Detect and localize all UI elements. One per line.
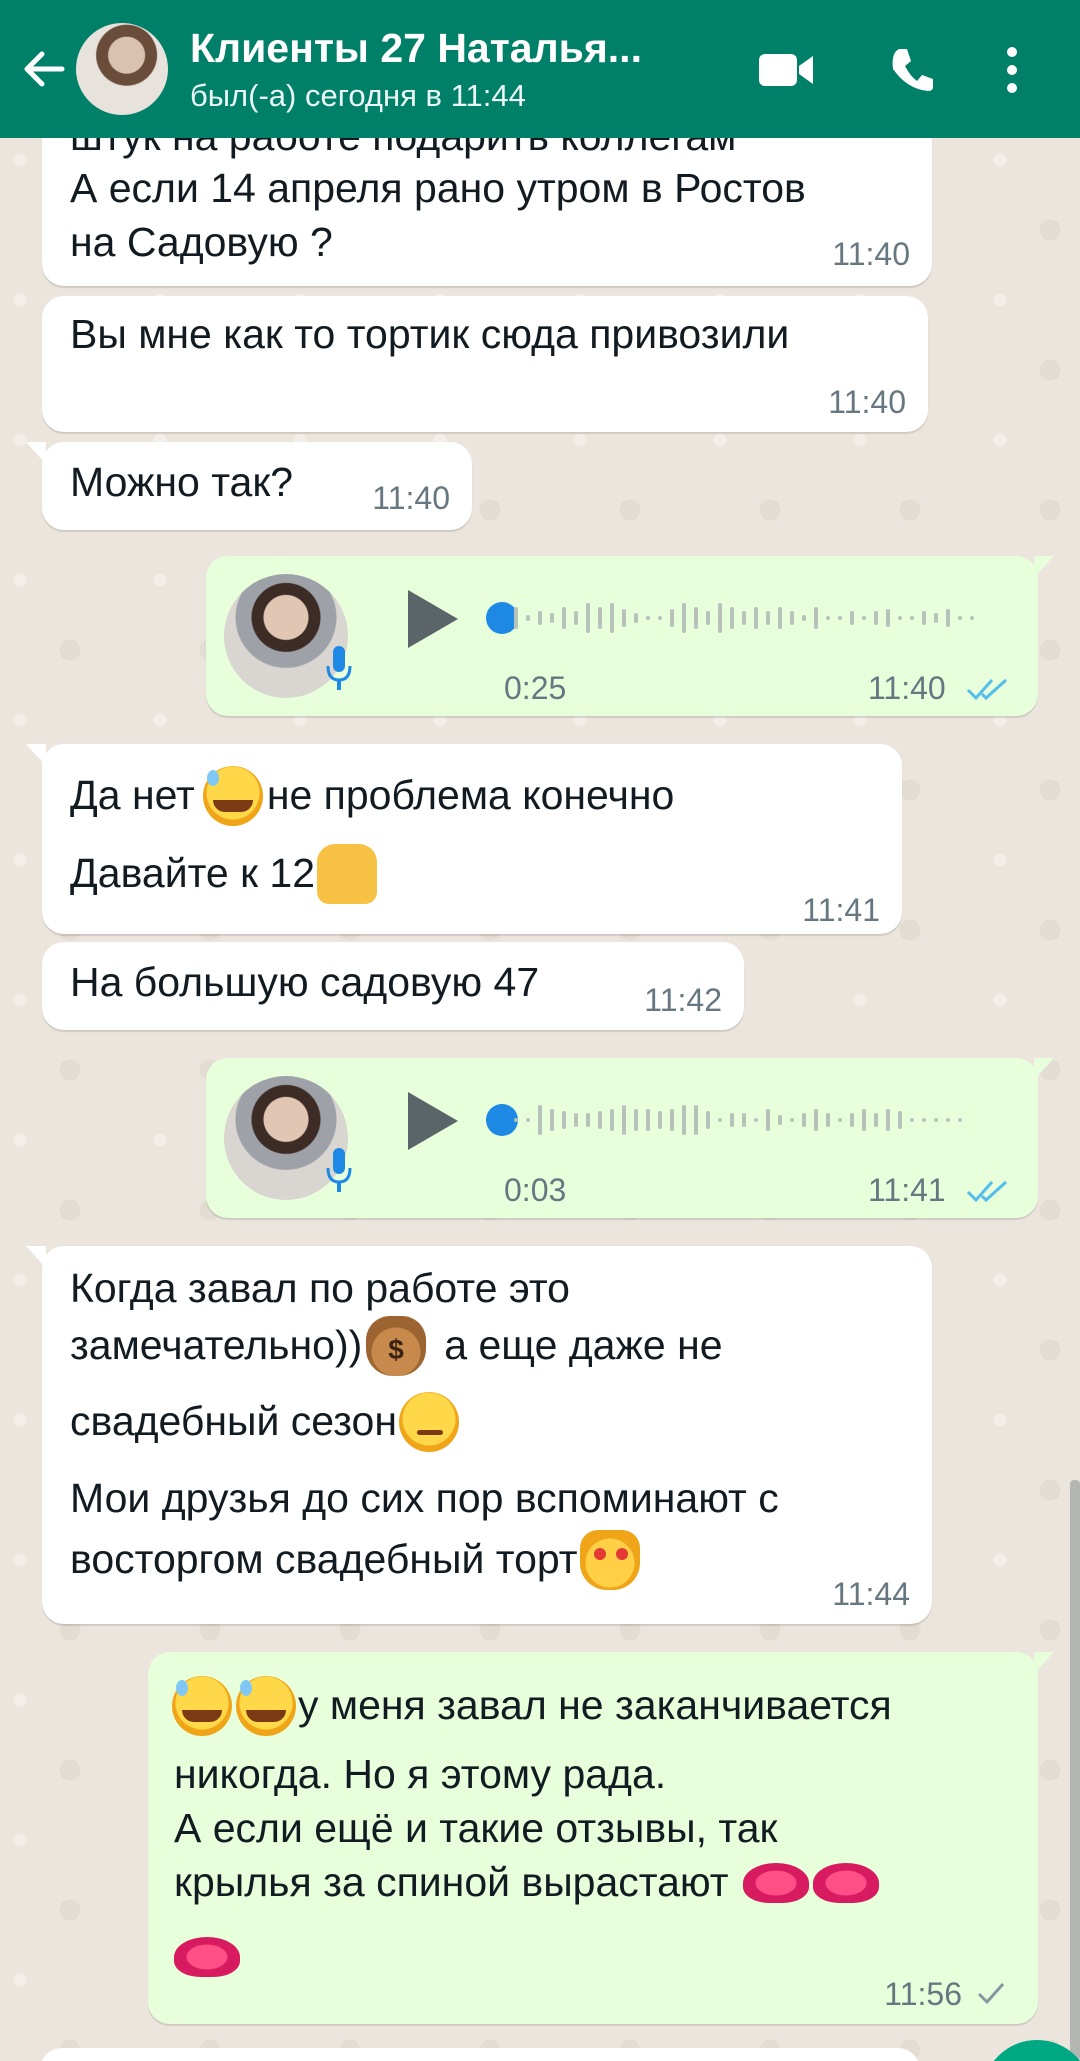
message-time: 11:40 [868,670,946,706]
message-text: крылья за спиной вырастают [174,1859,729,1905]
message-line: Давайте к 12 [70,844,378,904]
incoming-message[interactable]: Вы мне как то тортик сюда привозили 11:4… [42,296,928,432]
outgoing-message[interactable]: у меня завал не заканчивается никогда. Н… [148,1652,1054,2024]
bubble-tail [26,1246,46,1268]
kiss-mark-emoji-icon [174,1937,240,1978]
message-line: крылья за спиной вырастают [174,1856,879,1909]
video-call-icon [759,54,813,86]
message-line: восторгом свадебный торт [70,1530,640,1590]
double-check-icon [966,678,1008,701]
message-time: 11:41 [868,1172,946,1208]
more-options-icon [1007,47,1017,93]
message-line: у меня завал не заканчивается [172,1676,892,1736]
mic-icon [326,1148,352,1192]
incoming-message[interactable]: На большую садовую 47 11:42 [42,942,744,1030]
bubble-tail [26,442,46,464]
message-line: свадебный сезон [70,1392,459,1452]
message-text: А если ещё и такие отзывы, так [174,1805,778,1851]
message-text: Давайте к 12 [70,850,316,897]
message-text: никогда. Но я этому рада. [174,1751,667,1797]
bubble-tail [1034,1652,1054,1674]
message-line: замечательно)) а еще даже не [70,1316,723,1376]
play-icon[interactable] [408,1092,458,1150]
mic-icon [326,646,352,690]
voice-duration: 0:25 [504,670,567,706]
incoming-message[interactable]: Когда завал по работе это замечательно))… [26,1246,932,1624]
message-line: Да нет не проблема конечно [70,766,674,826]
incoming-message[interactable] [40,2048,920,2061]
message-text: А если 14 апреля рано утром в Ростов [70,165,806,211]
message-text: восторгом свадебный торт [70,1536,578,1583]
message-text: Когда завал по работе это [70,1265,570,1311]
message-time: 11:56 [884,1976,962,2012]
last-seen-status: был(-а) сегодня в 11:44 [190,77,526,113]
message-list[interactable]: штук на работе подарить коллегам А если … [0,0,1080,2061]
contact-name: Клиенты 27 Наталья... [190,24,642,71]
kiss-mark-emoji-icon [742,1862,809,1903]
message-time: 11:41 [802,892,880,928]
play-icon[interactable] [408,590,458,648]
message-line [174,1928,240,1981]
grinning-sweat-emoji-icon [202,766,263,826]
message-time: 11:40 [372,480,450,516]
thumbs-up-emoji-icon [317,844,378,904]
message-text: а еще даже не [444,1322,723,1369]
chat-header: Клиенты 27 Наталья... был(-а) сегодня в … [0,0,1080,138]
outgoing-voice-message[interactable]: 0:25 11:40 [206,556,1054,716]
contact-avatar[interactable] [76,23,168,115]
message-time: 11:44 [832,1576,910,1612]
heart-eyes-cat-emoji-icon [579,1530,640,1590]
message-text: Вы мне как то тортик сюда привозили [70,311,790,357]
outgoing-voice-message[interactable]: 0:03 11:41 [206,1058,1054,1218]
video-call-button[interactable] [746,30,826,110]
smirking-face-emoji-icon [398,1392,459,1452]
message-text: у меня завал не заканчивается [298,1682,892,1729]
phone-icon [892,49,933,91]
message-time: 11:40 [828,384,906,420]
single-check-icon [977,1983,1005,2005]
scrollbar[interactable] [1070,1480,1080,2061]
bubble-tail [1034,556,1054,578]
money-bag-emoji-icon [366,1316,427,1376]
voice-call-button[interactable] [872,30,952,110]
contact-info[interactable]: Клиенты 27 Наталья... был(-а) сегодня в … [190,25,710,114]
waveform[interactable] [512,595,992,641]
waveform[interactable] [512,1097,992,1143]
message-text: не проблема конечно [266,772,675,819]
message-text: Мои друзья до сих пор вспоминают с [70,1475,779,1521]
back-button[interactable] [14,24,76,114]
message-text: замечательно)) [70,1322,363,1369]
message-text: Да нет [70,772,195,819]
incoming-message[interactable]: Да нет не проблема конечно Давайте к 12 … [26,744,902,934]
bubble-tail [26,744,46,766]
bubble-tail [1034,1058,1054,1080]
message-text: на Садовую ? [70,219,333,265]
message-text: Можно так? [70,459,294,505]
double-check-icon [966,1180,1008,1203]
more-options-button[interactable] [982,30,1042,110]
message-time: 11:40 [832,236,910,272]
grinning-sweat-emoji-icon [236,1676,296,1736]
grinning-sweat-emoji-icon [172,1676,232,1736]
incoming-message[interactable]: Можно так? 11:40 [26,442,472,530]
message-text: На большую садовую 47 [70,959,540,1005]
voice-duration: 0:03 [504,1172,567,1208]
kiss-mark-emoji-icon [812,1862,879,1903]
message-time: 11:42 [644,982,722,1018]
message-text: свадебный сезон [70,1398,397,1445]
back-arrow-icon [24,51,65,87]
